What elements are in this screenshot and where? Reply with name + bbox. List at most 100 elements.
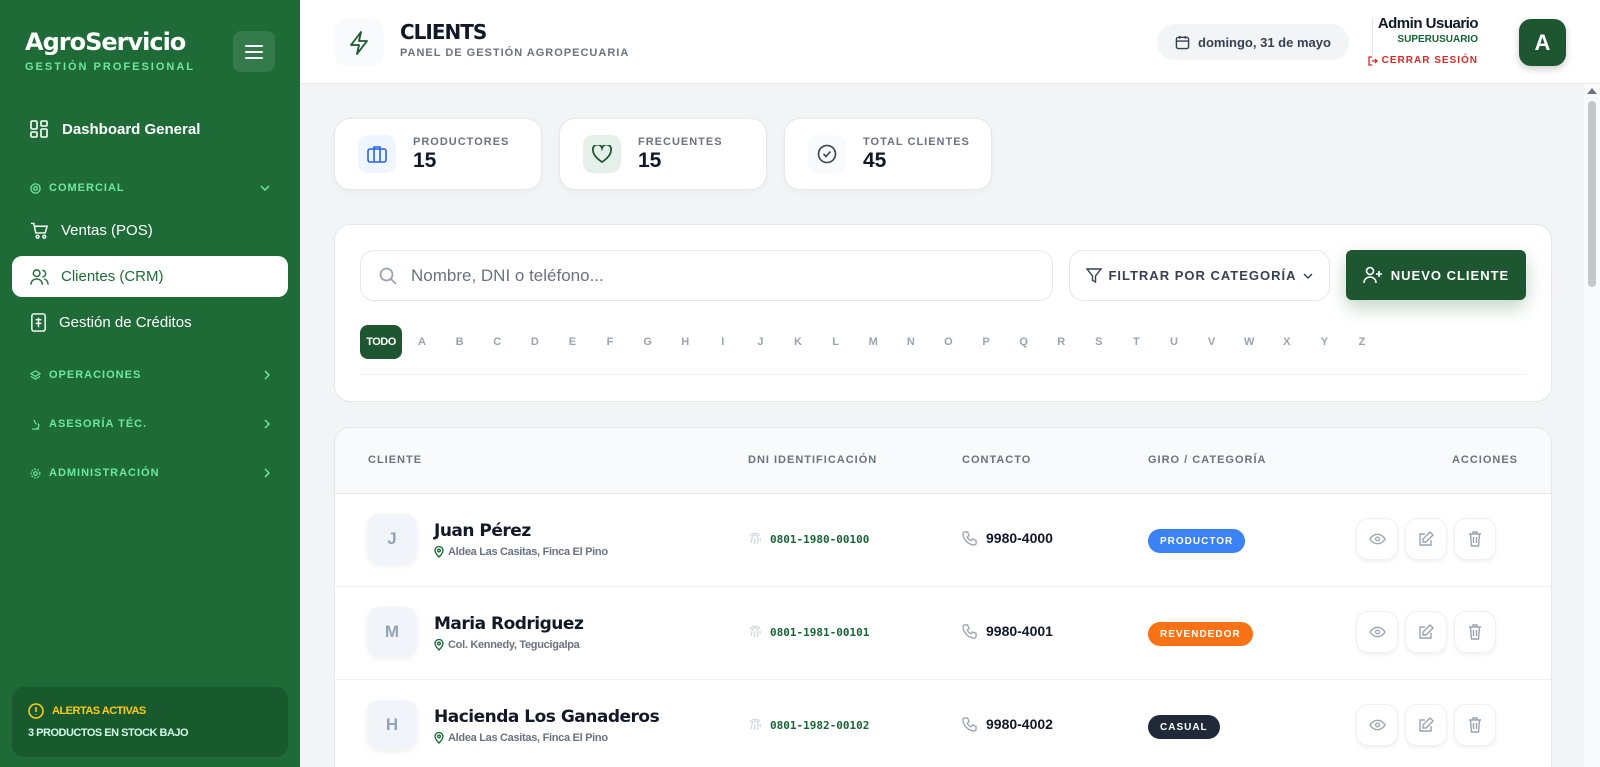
letter-filter[interactable]: J (745, 325, 775, 359)
stat-card-total: TOTAL CLIENTES 45 (784, 118, 992, 190)
stat-icon-box (583, 135, 621, 173)
edit-icon (1418, 531, 1434, 547)
edit-button[interactable] (1405, 518, 1447, 560)
map-pin-icon (434, 639, 444, 651)
alerts-box[interactable]: ALERTAS ACTIVAS 3 PRODUCTOS EN STOCK BAJ… (12, 687, 288, 757)
bolt-badge (334, 19, 384, 67)
client-avatar: M (367, 607, 417, 657)
bolt-icon (348, 31, 370, 55)
phone-icon (962, 717, 977, 732)
letter-filter[interactable]: B (445, 325, 475, 359)
client-phone-text: 9980-4000 (986, 530, 1053, 546)
edit-button[interactable] (1405, 704, 1447, 746)
letter-filter[interactable]: Z (1347, 325, 1377, 359)
letter-filter[interactable]: F (595, 325, 625, 359)
edit-button[interactable] (1405, 611, 1447, 653)
table-row[interactable]: JJuan PérezAldea Las Casitas, Finca El P… (335, 494, 1551, 587)
sidebar-item-ventas[interactable]: Ventas (POS) (12, 210, 288, 251)
letter-filter[interactable]: L (821, 325, 851, 359)
letter-filter-all[interactable]: TODO (360, 325, 402, 359)
view-button[interactable] (1356, 611, 1398, 653)
client-address: Aldea Las Casitas, Finca El Pino (434, 732, 608, 744)
new-client-button[interactable]: NUEVO CLIENTE (1346, 250, 1526, 300)
chevron-right-icon (264, 370, 270, 380)
alert-title: ALERTAS ACTIVAS (28, 703, 272, 719)
letter-filter[interactable]: H (670, 325, 700, 359)
letter-filter[interactable]: I (708, 325, 738, 359)
gear-icon (30, 468, 41, 479)
delete-button[interactable] (1454, 611, 1496, 653)
sidebar-item-label: Clientes (CRM) (61, 268, 164, 285)
user-plus-icon (1363, 266, 1383, 284)
letter-filter[interactable]: Q (1009, 325, 1039, 359)
client-dni-text: 0801-1982-00102 (770, 719, 869, 732)
stat-label: FRECUENTES (638, 136, 723, 148)
letter-filter[interactable]: W (1234, 325, 1264, 359)
avatar[interactable]: A (1519, 19, 1566, 66)
section-comercial[interactable]: COMERCIAL (30, 182, 270, 194)
letter-filter[interactable]: N (896, 325, 926, 359)
client-address-text: Col. Kennedy, Tegucigalpa (448, 639, 579, 651)
letter-filter[interactable]: V (1197, 325, 1227, 359)
briefcase-icon (367, 145, 387, 163)
letter-filter[interactable]: K (783, 325, 813, 359)
category-filter[interactable]: FILTRAR POR CATEGORÍA (1069, 250, 1330, 301)
search-input[interactable]: Nombre, DNI o teléfono... (360, 250, 1053, 301)
client-dni: 0801-1981-00101 (748, 625, 869, 639)
alert-title-text: ALERTAS ACTIVAS (52, 705, 146, 717)
delete-button[interactable] (1454, 518, 1496, 560)
scroll-up-arrow[interactable] (1587, 88, 1597, 94)
view-button[interactable] (1356, 518, 1398, 560)
view-button[interactable] (1356, 704, 1398, 746)
hamburger-icon (245, 45, 263, 59)
map-pin-icon (434, 732, 444, 744)
letter-filter[interactable]: R (1046, 325, 1076, 359)
scrollbar[interactable] (1584, 84, 1600, 767)
client-phone: 9980-4000 (962, 530, 1053, 546)
eye-icon (1369, 719, 1386, 731)
chevron-down-icon (260, 185, 270, 191)
letter-filter[interactable]: X (1272, 325, 1302, 359)
client-address: Col. Kennedy, Tegucigalpa (434, 639, 579, 651)
section-asesoria[interactable]: ASESORÍA TÉC. (30, 418, 270, 430)
letter-filter[interactable]: M (858, 325, 888, 359)
section-asesoria-label: ASESORÍA TÉC. (49, 418, 264, 430)
section-operaciones[interactable]: OPERACIONES (30, 369, 270, 381)
letter-filter[interactable]: G (633, 325, 663, 359)
client-avatar: H (367, 700, 417, 750)
letter-filter[interactable]: T (1121, 325, 1151, 359)
letter-filter[interactable]: D (520, 325, 550, 359)
chevron-down-icon (1303, 273, 1313, 279)
letter-filter[interactable]: Y (1309, 325, 1339, 359)
letter-filter[interactable]: E (557, 325, 587, 359)
sidebar: AgroServicio GESTIÓN PROFESIONAL Dashboa… (0, 0, 300, 767)
menu-toggle-button[interactable] (233, 31, 275, 72)
page-title: CLIENTS (400, 20, 486, 44)
table-row[interactable]: HHacienda Los GanaderosAldea Las Casitas… (335, 680, 1551, 767)
nav-dashboard-label: Dashboard General (62, 121, 200, 138)
letter-filter[interactable]: O (933, 325, 963, 359)
section-comercial-label: COMERCIAL (49, 182, 260, 194)
chevron-right-icon (264, 419, 270, 429)
section-administracion[interactable]: ADMINISTRACIÓN (30, 467, 270, 479)
category-badge: CASUAL (1148, 715, 1220, 739)
fingerprint-icon (748, 532, 762, 546)
sidebar-item-clientes[interactable]: Clientes (CRM) (12, 256, 288, 297)
letter-filter[interactable]: A (407, 325, 437, 359)
sidebar-item-creditos[interactable]: Gestión de Créditos (12, 302, 288, 343)
letter-filter[interactable]: P (971, 325, 1001, 359)
logout-link[interactable]: CERRAR SESIÓN (1368, 55, 1478, 66)
nav-dashboard[interactable]: Dashboard General (30, 120, 200, 138)
col-category: GIRO / CATEGORÍA (1148, 454, 1266, 466)
letter-filter[interactable]: U (1159, 325, 1189, 359)
delete-button[interactable] (1454, 704, 1496, 746)
clients-table: CLIENTE DNI IDENTIFICACIÓN CONTACTO GIRO… (334, 427, 1552, 767)
table-row[interactable]: MMaria RodriguezCol. Kennedy, Tegucigalp… (335, 587, 1551, 680)
stat-card-productores: PRODUCTORES 15 (334, 118, 542, 190)
letter-filter[interactable]: C (482, 325, 512, 359)
dashboard-icon (30, 120, 48, 138)
map-pin-icon (434, 546, 444, 558)
client-dni: 0801-1980-00100 (748, 532, 869, 546)
letter-filter[interactable]: S (1084, 325, 1114, 359)
scrollbar-thumb[interactable] (1588, 101, 1596, 287)
